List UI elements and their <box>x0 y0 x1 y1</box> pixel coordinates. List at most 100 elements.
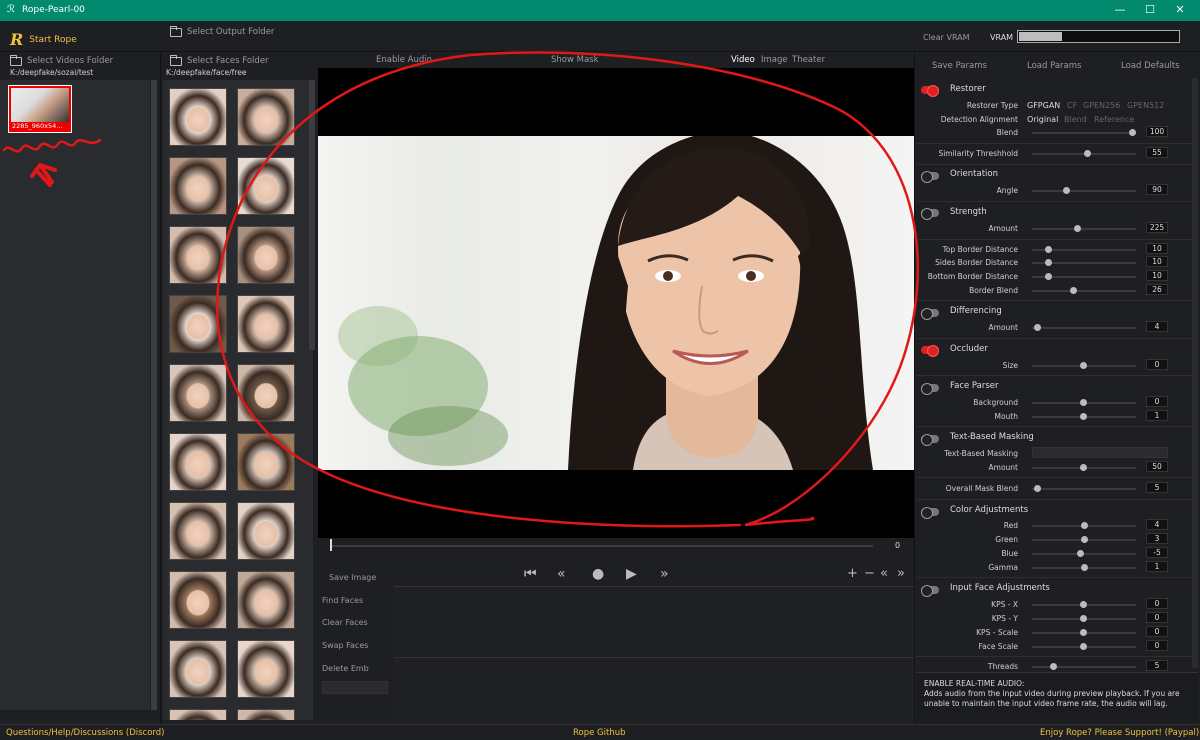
angle-value[interactable]: 90 <box>1146 184 1168 195</box>
load-params-button[interactable]: Load Params <box>1027 61 1081 71</box>
orientation-toggle[interactable] <box>921 171 939 183</box>
slider-knob[interactable] <box>1045 259 1052 266</box>
face-thumbnail[interactable] <box>169 640 227 698</box>
save-params-button[interactable]: Save Params <box>932 61 987 71</box>
restorer-type-gpen512[interactable]: GPEN512 <box>1127 101 1164 110</box>
play-icon[interactable]: ▶ <box>626 566 637 582</box>
kps-y-value[interactable]: 0 <box>1146 612 1168 623</box>
slider-knob[interactable] <box>1080 413 1087 420</box>
differencing-amount-value[interactable]: 4 <box>1146 321 1168 332</box>
alignment-reference[interactable]: Reference <box>1094 115 1134 124</box>
clear-faces-button[interactable]: Clear Faces <box>322 618 368 627</box>
face-thumbnail[interactable] <box>237 157 295 215</box>
faces-scrollbar[interactable] <box>309 80 315 350</box>
parameters-scrollbar[interactable] <box>1192 78 1198 668</box>
top-border-value[interactable]: 10 <box>1146 243 1168 254</box>
tab-image[interactable]: Image <box>761 55 788 65</box>
video-list-scrollbar[interactable] <box>151 80 157 710</box>
start-rope-button[interactable]: R Start Rope <box>10 30 77 49</box>
face-thumbnail[interactable] <box>169 157 227 215</box>
border-blend-slider[interactable] <box>1032 287 1136 294</box>
threads-slider[interactable] <box>1032 663 1136 670</box>
overall-mask-blend-slider[interactable] <box>1032 485 1136 492</box>
gamma-value[interactable]: 1 <box>1146 561 1168 572</box>
sides-border-value[interactable]: 10 <box>1146 256 1168 267</box>
differencing-amount-slider[interactable] <box>1032 324 1136 331</box>
color-adjustments-toggle[interactable] <box>921 507 939 519</box>
mouth-value[interactable]: 1 <box>1146 410 1168 421</box>
kps-y-slider[interactable] <box>1032 615 1136 622</box>
bottom-border-value[interactable]: 10 <box>1146 270 1168 281</box>
top-border-slider[interactable] <box>1032 246 1136 253</box>
next-marker-icon[interactable]: » <box>897 566 905 581</box>
face-parser-toggle[interactable] <box>921 383 939 395</box>
alignment-blend[interactable]: Blend <box>1064 115 1087 124</box>
previous-marker-icon[interactable]: « <box>880 566 888 581</box>
face-thumbnail[interactable] <box>169 88 227 146</box>
discord-link[interactable]: Questions/Help/Discussions (Discord) <box>6 728 164 738</box>
strength-toggle[interactable] <box>921 208 939 220</box>
slider-knob[interactable] <box>1084 150 1091 157</box>
video-thumbnail[interactable]: 2285_960x54... <box>8 85 72 133</box>
slider-knob[interactable] <box>1081 564 1088 571</box>
slider-knob[interactable] <box>1129 129 1136 136</box>
face-thumbnail[interactable] <box>169 295 227 353</box>
timeline-scrubber[interactable] <box>330 545 873 547</box>
restorer-type-gfpgan[interactable]: GFPGAN <box>1027 101 1060 110</box>
threads-value[interactable]: 5 <box>1146 660 1168 671</box>
slider-knob[interactable] <box>1074 225 1081 232</box>
blue-slider[interactable] <box>1032 550 1136 557</box>
face-thumbnail[interactable] <box>237 364 295 422</box>
slider-knob[interactable] <box>1081 536 1088 543</box>
slider-knob[interactable] <box>1080 399 1087 406</box>
rewind-icon[interactable]: « <box>557 566 566 582</box>
face-thumbnail[interactable] <box>237 709 295 720</box>
face-thumbnail[interactable] <box>237 640 295 698</box>
slider-knob[interactable] <box>1034 324 1041 331</box>
kps-x-slider[interactable] <box>1032 601 1136 608</box>
slider-knob[interactable] <box>1080 464 1087 471</box>
border-blend-value[interactable]: 26 <box>1146 284 1168 295</box>
text-mask-amount-slider[interactable] <box>1032 464 1136 471</box>
face-thumbnail[interactable] <box>237 433 295 491</box>
slider-knob[interactable] <box>1080 629 1087 636</box>
restorer-type-gpen256[interactable]: GPEN256 <box>1083 101 1120 110</box>
select-output-folder-button[interactable]: Select Output Folder <box>170 25 274 37</box>
timeline-handle[interactable] <box>330 539 332 551</box>
similarity-slider[interactable] <box>1032 150 1136 157</box>
green-value[interactable]: 3 <box>1146 533 1168 544</box>
close-button[interactable]: ✕ <box>1170 3 1190 16</box>
slider-knob[interactable] <box>1050 663 1057 670</box>
restorer-blend-slider[interactable] <box>1032 129 1136 136</box>
slider-knob[interactable] <box>1063 187 1070 194</box>
face-thumbnail[interactable] <box>169 226 227 284</box>
slider-knob[interactable] <box>1080 362 1087 369</box>
github-link[interactable]: Rope Github <box>573 728 626 738</box>
occluder-size-slider[interactable] <box>1032 362 1136 369</box>
strength-amount-value[interactable]: 225 <box>1146 222 1168 233</box>
fast-forward-icon[interactable]: » <box>660 566 669 582</box>
restorer-blend-value[interactable]: 100 <box>1146 126 1168 137</box>
face-thumbnail[interactable] <box>169 502 227 560</box>
skip-start-icon[interactable]: ⏮ <box>524 566 537 582</box>
swap-faces-button[interactable]: Swap Faces <box>322 641 368 650</box>
select-faces-folder-button[interactable]: Select Faces Folder <box>170 54 269 66</box>
input-face-adjustments-toggle[interactable] <box>921 585 939 597</box>
red-slider[interactable] <box>1032 522 1136 529</box>
kps-scale-slider[interactable] <box>1032 629 1136 636</box>
alignment-original[interactable]: Original <box>1027 115 1058 124</box>
restorer-type-cf[interactable]: CF <box>1067 101 1077 110</box>
gamma-slider[interactable] <box>1032 564 1136 571</box>
save-image-button[interactable]: Save Image <box>329 573 376 582</box>
slider-knob[interactable] <box>1034 485 1041 492</box>
remove-marker-icon[interactable]: − <box>864 566 875 581</box>
slider-knob[interactable] <box>1070 287 1077 294</box>
kps-x-value[interactable]: 0 <box>1146 598 1168 609</box>
slider-knob[interactable] <box>1080 615 1087 622</box>
slider-knob[interactable] <box>1080 643 1087 650</box>
delete-emb-button[interactable]: Delete Emb <box>322 664 369 673</box>
embedding-name-input[interactable] <box>322 681 388 694</box>
select-videos-folder-button[interactable]: Select Videos Folder <box>10 54 113 66</box>
slider-knob[interactable] <box>1080 601 1087 608</box>
bottom-border-slider[interactable] <box>1032 273 1136 280</box>
